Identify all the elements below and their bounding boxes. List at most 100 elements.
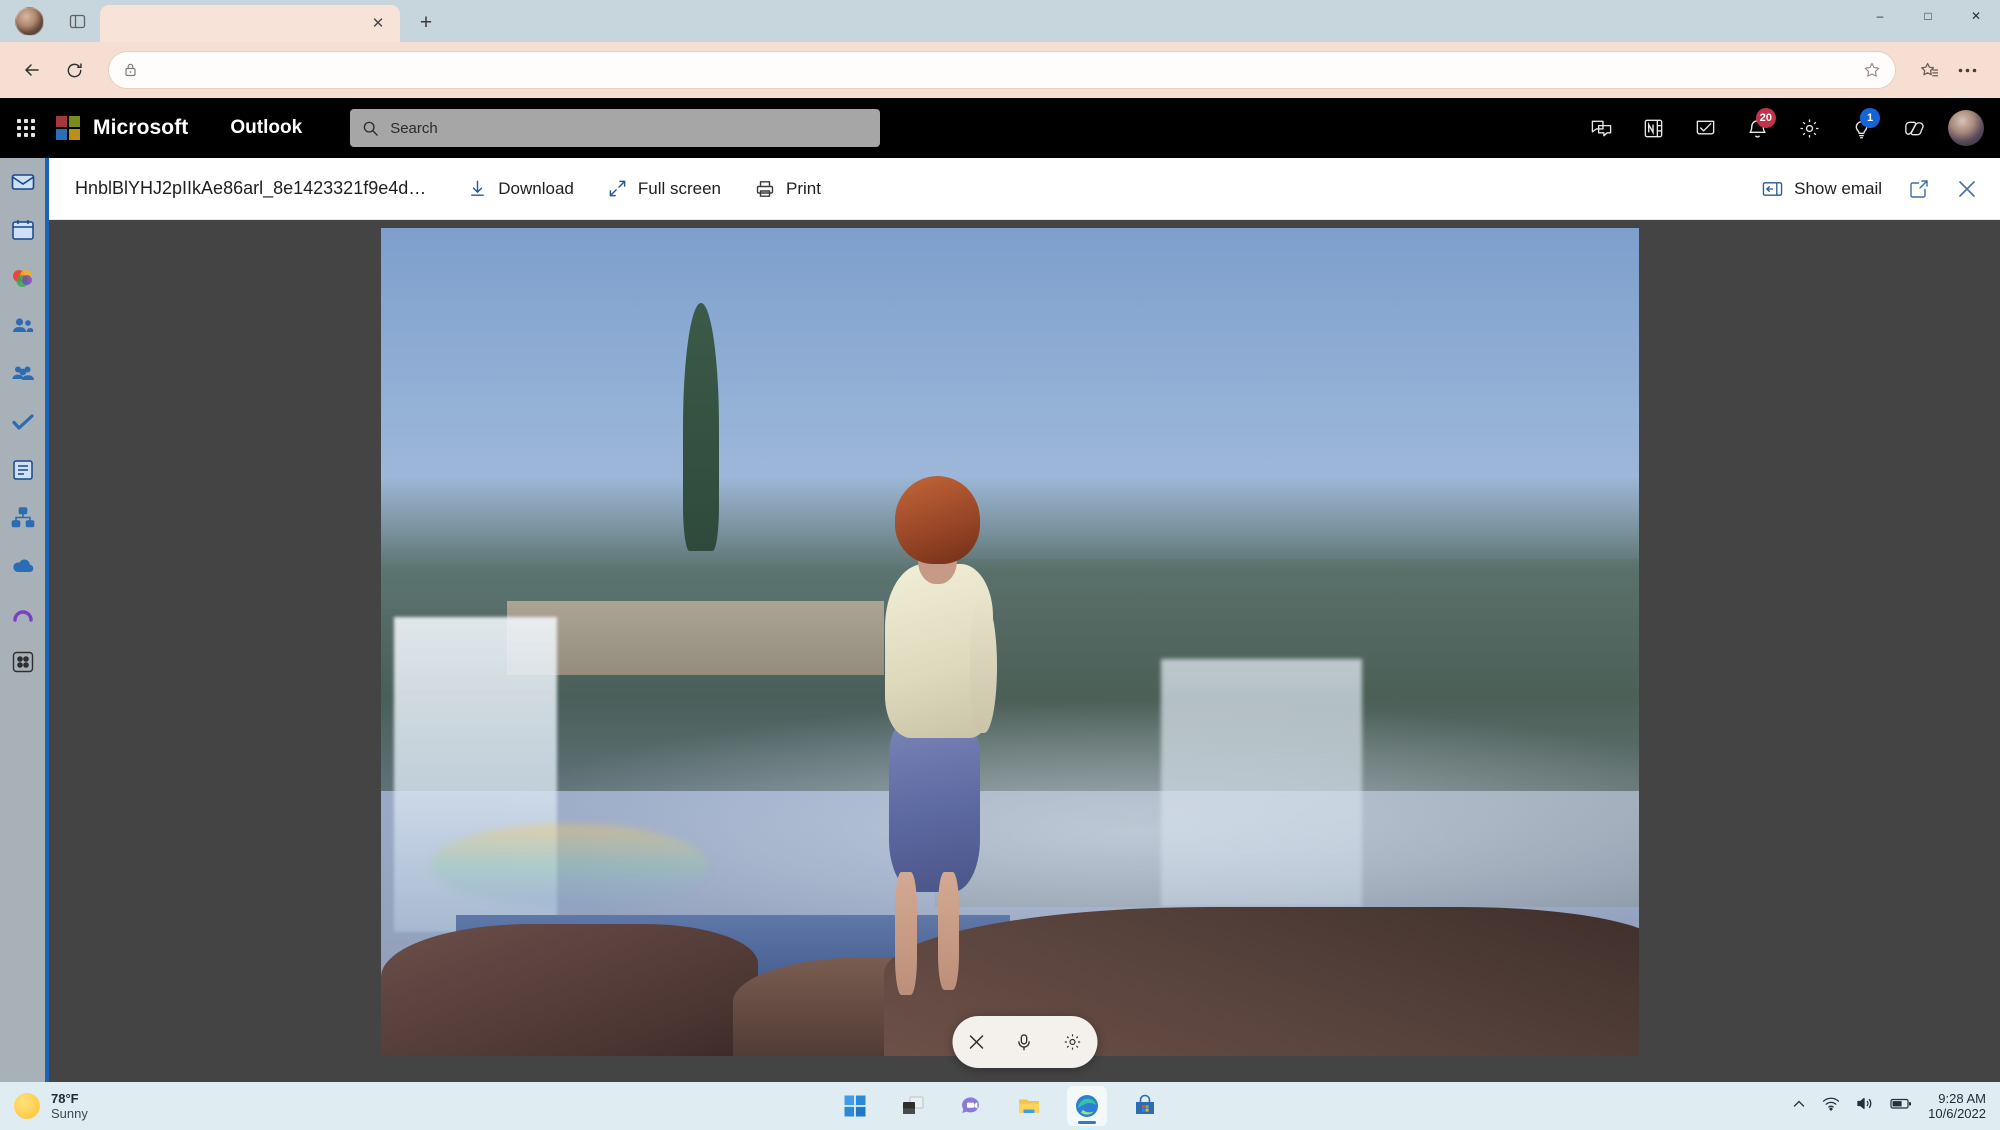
browser-tab[interactable]: ✕	[100, 5, 400, 42]
sun-icon	[14, 1093, 40, 1119]
download-label: Download	[498, 178, 574, 198]
back-button[interactable]	[14, 52, 50, 88]
sidebar-item-calendar[interactable]	[7, 214, 39, 246]
task-view-button[interactable]	[893, 1086, 933, 1126]
photo-rock-left	[381, 923, 759, 1056]
show-email-label: Show email	[1794, 178, 1882, 198]
person-leg-right	[937, 871, 960, 990]
show-hidden-icons-button[interactable]	[1792, 1097, 1806, 1116]
settings-gear-icon[interactable]	[1056, 1025, 1090, 1059]
copilot-icon[interactable]	[1892, 107, 1934, 149]
tab-list-icon[interactable]	[58, 0, 96, 42]
outlook-body: HnblBlYHJ2pIIkAe86arl_8e1423321f9e4d… Do…	[0, 158, 2000, 1082]
outlook-app-rail	[0, 158, 45, 1082]
print-label: Print	[786, 178, 821, 198]
attachment-file-name: HnblBlYHJ2pIIkAe86arl_8e1423321f9e4d…	[75, 178, 427, 198]
sidebar-item-files[interactable]	[7, 454, 39, 486]
notifications-bell-icon[interactable]: 20	[1736, 107, 1778, 149]
attachment-toolbar-right: Show email	[1762, 178, 1978, 200]
search-icon	[362, 120, 379, 137]
weather-temperature: 78°F	[51, 1090, 79, 1106]
close-attachment-icon[interactable]	[1956, 178, 1978, 200]
teams-chat-button[interactable]	[951, 1086, 991, 1126]
person-hair	[895, 476, 981, 564]
outlook-web-app: Microsoft Outlook Search 20 1 HnblBlYHJ2…	[0, 98, 2000, 1082]
favorite-star-icon[interactable]	[1863, 61, 1881, 79]
battery-icon[interactable]	[1890, 1097, 1912, 1115]
search-placeholder: Search	[390, 119, 438, 137]
window-minimize-button[interactable]: –	[1856, 0, 1904, 32]
tips-badge: 1	[1860, 108, 1880, 128]
taskbar-clock[interactable]: 9:28 AM 10/6/2022	[1928, 1091, 1986, 1122]
app-launcher-button[interactable]	[0, 98, 52, 158]
weather-condition: Sunny	[51, 1106, 88, 1121]
refresh-button[interactable]	[56, 52, 92, 88]
wifi-icon[interactable]	[1822, 1096, 1840, 1116]
new-tab-button[interactable]: +	[408, 5, 444, 41]
print-button[interactable]: Print	[755, 179, 821, 199]
microsoft-logo[interactable]: Microsoft	[56, 116, 188, 140]
browser-nav-bar	[0, 42, 2000, 98]
clock-time: 9:28 AM	[1938, 1090, 1986, 1106]
sidebar-item-org[interactable]	[7, 502, 39, 534]
person-trousers	[888, 717, 981, 893]
sidebar-item-more-apps[interactable]	[7, 646, 39, 678]
clock-date: 10/6/2022	[1928, 1106, 1986, 1121]
teams-chat-icon[interactable]	[1580, 107, 1622, 149]
settings-gear-icon[interactable]	[1788, 107, 1830, 149]
window-controls: – □ ✕	[1856, 0, 2000, 42]
microphone-icon[interactable]	[1007, 1025, 1041, 1059]
photo-cypress-tree	[682, 302, 719, 551]
fullscreen-button[interactable]: Full screen	[608, 179, 721, 199]
profile-avatar	[14, 6, 44, 36]
app-name-label: Outlook	[230, 117, 303, 138]
window-maximize-button[interactable]: □	[1904, 0, 1952, 32]
windows-taskbar: 78°F Sunny 9:28 AM 10/6/2022	[0, 1082, 2000, 1130]
volume-icon[interactable]	[1856, 1096, 1874, 1116]
person-arm	[970, 599, 997, 734]
attachment-viewer	[49, 220, 2000, 1082]
sidebar-item-todo[interactable]	[7, 406, 39, 438]
photo-person	[853, 476, 1017, 995]
sidebar-item-purple-app[interactable]	[7, 598, 39, 630]
attachment-reader: HnblBlYHJ2pIIkAe86arl_8e1423321f9e4d… Do…	[45, 158, 2000, 1082]
browser-tab-strip: ✕ + – □ ✕	[0, 0, 2000, 42]
tab-close-icon[interactable]: ✕	[366, 12, 390, 36]
taskbar-apps	[835, 1086, 1165, 1126]
search-input[interactable]: Search	[350, 109, 881, 147]
sidebar-item-groups[interactable]	[7, 358, 39, 390]
close-icon[interactable]	[959, 1025, 993, 1059]
person-leg-left	[895, 871, 917, 995]
user-avatar[interactable]	[1948, 110, 1984, 146]
sidebar-item-apps-colorful[interactable]	[7, 262, 39, 294]
browser-window: ✕ + – □ ✕ Microsoft Outlook Search 20 1 …	[0, 0, 2000, 1082]
tips-lightbulb-icon[interactable]: 1	[1840, 107, 1882, 149]
popout-icon[interactable]	[1908, 178, 1930, 200]
more-options-icon[interactable]	[1948, 51, 1986, 89]
weather-widget[interactable]: 78°F Sunny	[0, 1091, 88, 1122]
window-close-button[interactable]: ✕	[1952, 0, 2000, 32]
file-explorer-button[interactable]	[1009, 1086, 1049, 1126]
microsoft-logo-icon	[56, 116, 80, 140]
edge-browser-button[interactable]	[1067, 1086, 1107, 1126]
sidebar-item-mail[interactable]	[7, 166, 39, 198]
onenote-icon[interactable]	[1632, 107, 1674, 149]
outlook-header: Microsoft Outlook Search 20 1	[0, 98, 2000, 158]
microsoft-brand-label: Microsoft	[93, 116, 189, 139]
attachment-image[interactable]	[381, 228, 1639, 1056]
download-button[interactable]: Download	[468, 179, 574, 199]
sidebar-item-onedrive[interactable]	[7, 550, 39, 582]
todo-icon[interactable]	[1684, 107, 1726, 149]
address-bar[interactable]	[108, 51, 1896, 89]
waffle-icon	[17, 119, 35, 137]
collections-icon[interactable]	[1910, 51, 1948, 89]
floating-control-bar	[952, 1016, 1097, 1068]
start-button[interactable]	[835, 1086, 875, 1126]
lock-icon	[123, 62, 138, 78]
notifications-badge: 20	[1755, 108, 1776, 128]
show-email-button[interactable]: Show email	[1762, 179, 1882, 199]
browser-profile-button[interactable]	[0, 0, 58, 42]
outlook-header-actions: 20 1	[1580, 107, 1990, 149]
microsoft-store-button[interactable]	[1125, 1086, 1165, 1126]
sidebar-item-people[interactable]	[7, 310, 39, 342]
